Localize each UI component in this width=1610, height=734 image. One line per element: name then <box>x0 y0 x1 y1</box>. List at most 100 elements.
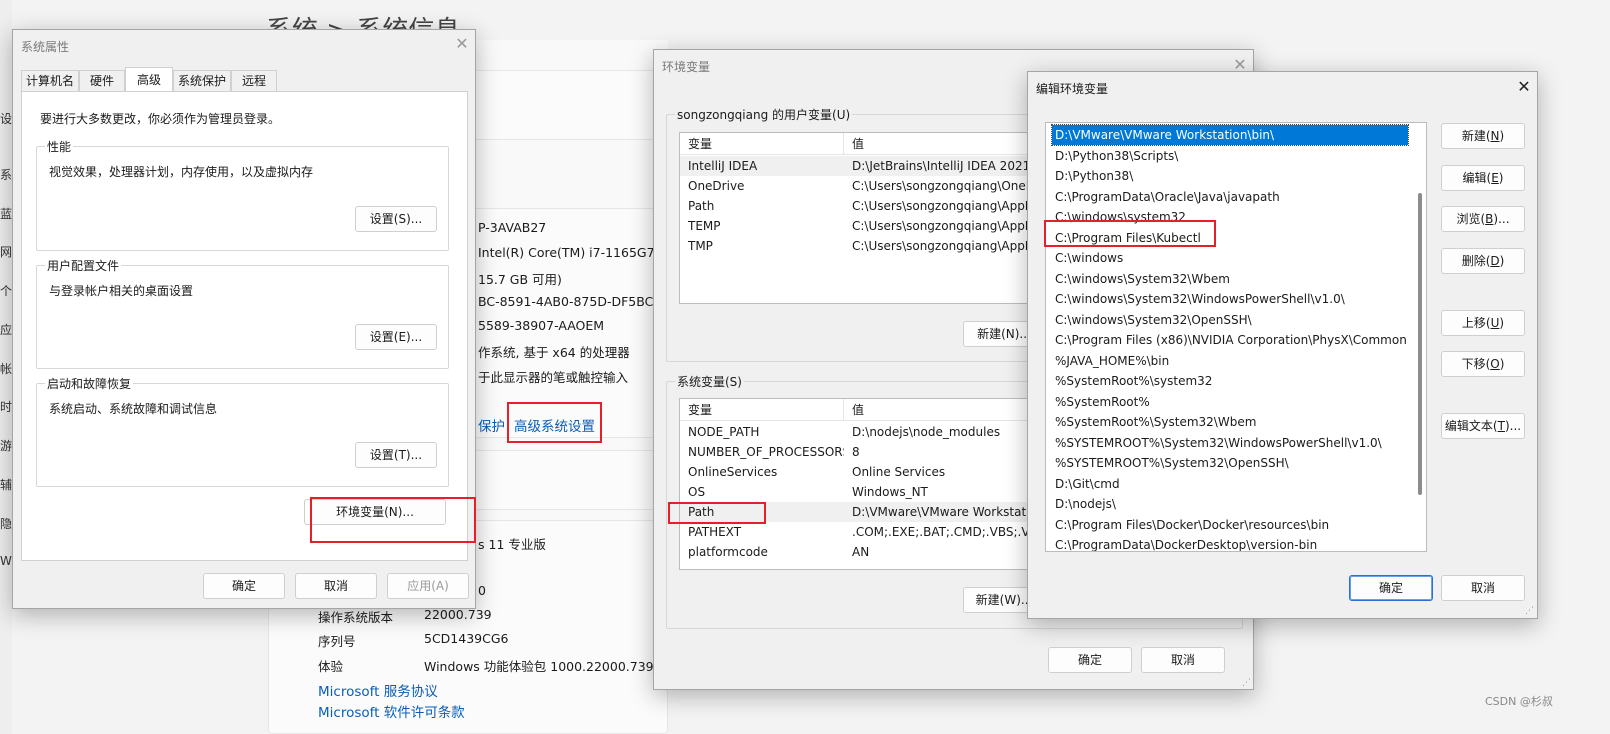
nav-item-fragment[interactable]: 游 <box>0 437 12 454</box>
tab-system-protection[interactable]: 系统保护 <box>173 70 231 91</box>
device-id-value: BC-8591-4AB0-875D-DF5BC86 <box>478 294 670 309</box>
path-list-item[interactable]: %SystemRoot%\system32 <box>1052 371 1408 391</box>
path-list-item[interactable]: %SystemRoot%\System32\Wbem <box>1052 412 1408 432</box>
nav-item-fragment[interactable]: 隐 <box>0 515 12 532</box>
tab-remote[interactable]: 远程 <box>231 70 277 91</box>
watermark: CSDN @杉叔 <box>1485 695 1553 708</box>
nav-item-fragment[interactable]: 个 <box>0 282 12 299</box>
path-list-scrollbar[interactable] <box>1418 193 1422 495</box>
ms-license-terms-link[interactable]: Microsoft 软件许可条款 <box>318 701 465 721</box>
spec-label: 体验 <box>318 659 344 674</box>
path-list[interactable]: D:\VMware\VMware Workstation\bin\ D:\Pyt… <box>1045 122 1427 552</box>
admin-note: 要进行大多数更改，你必须作为管理员登录。 <box>40 112 281 126</box>
new-button[interactable]: 新建(N) <box>1441 123 1525 149</box>
dialog-title: 环境变量 <box>662 60 711 74</box>
access-key: T <box>1497 419 1505 433</box>
group-label: 启动和故障恢复 <box>45 375 134 392</box>
path-list-item[interactable]: D:\Python38\Scripts\ <box>1052 146 1408 166</box>
button-label: 下移( <box>1461 357 1491 371</box>
button-label-end: ) <box>1499 316 1505 330</box>
browse-button[interactable]: 浏览(B)... <box>1441 206 1525 232</box>
edit-text-button[interactable]: 编辑文本(T)... <box>1441 413 1525 439</box>
delete-button[interactable]: 删除(D) <box>1441 248 1525 274</box>
column-header-variable[interactable]: 变量 <box>680 133 844 155</box>
path-list-item[interactable]: %SYSTEMROOT%\System32\WindowsPowerShell\… <box>1052 433 1408 453</box>
ok-button[interactable]: 确定 <box>1048 647 1132 673</box>
highlight-box <box>310 497 476 543</box>
settings-nav-strip: 设 系 蓝 网 个 应 帐 时 游 辅 隐 W <box>0 0 12 734</box>
path-list-item[interactable]: C:\windows <box>1052 248 1408 268</box>
button-label-end: ) <box>1499 254 1505 268</box>
path-list-item[interactable]: C:\ProgramData\Oracle\Java\javapath <box>1052 187 1408 207</box>
move-up-button[interactable]: 上移(U) <box>1441 310 1525 336</box>
performance-settings-button[interactable]: 设置(S)... <box>355 206 437 232</box>
close-icon[interactable]: ✕ <box>447 32 477 56</box>
pen-touch-value: 于此显示器的笔或触控输入 <box>478 370 629 385</box>
spec-label: 序列号 <box>318 634 356 649</box>
ok-button[interactable]: 确定 <box>1349 575 1433 601</box>
close-icon[interactable]: ✕ <box>1509 75 1539 99</box>
button-label-end: )... <box>1493 212 1510 226</box>
system-protection-link[interactable]: 保护 <box>478 415 505 435</box>
startup-recovery-group: 启动和故障恢复 系统启动、系统故障和调试信息 设置(T)... <box>36 375 449 487</box>
nav-item-fragment[interactable]: 网 <box>0 243 12 260</box>
tab-hardware[interactable]: 硬件 <box>79 70 125 91</box>
button-label-end: ) <box>1499 129 1505 143</box>
path-list-item[interactable]: C:\windows\System32\OpenSSH\ <box>1052 310 1408 330</box>
cancel-button[interactable]: 取消 <box>295 573 377 599</box>
ms-services-agreement-link[interactable]: Microsoft 服务协议 <box>318 680 438 700</box>
nav-item-fragment[interactable]: 帐 <box>0 360 12 377</box>
path-list-item[interactable]: C:\Program Files (x86)\NVIDIA Corporatio… <box>1052 330 1408 350</box>
tab-computer-name[interactable]: 计算机名 <box>21 70 79 91</box>
dialog-title: 系统属性 <box>21 40 70 54</box>
path-list-item[interactable]: %SYSTEMROOT%\System32\OpenSSH\ <box>1052 453 1408 473</box>
nav-item-fragment[interactable]: 时 <box>0 398 12 415</box>
path-list-item[interactable]: D:\VMware\VMware Workstation\bin\ <box>1051 124 1409 146</box>
device-name-value: P-3AVAB27 <box>478 220 547 235</box>
button-label-end: )... <box>1504 419 1522 433</box>
group-description: 系统启动、系统故障和调试信息 <box>49 402 218 416</box>
variable-name: NODE_PATH <box>688 425 760 439</box>
processor-value: Intel(R) Core(TM) i7-1165G7 @ <box>478 245 672 260</box>
group-label: 性能 <box>45 138 74 155</box>
apply-button[interactable]: 应用(A) <box>387 573 469 599</box>
variable-name: OnlineServices <box>688 465 778 479</box>
column-header-variable[interactable]: 变量 <box>680 399 844 421</box>
variable-name: PATHEXT <box>688 525 742 539</box>
product-id-value: 5589-38907-AAOEM <box>478 318 605 333</box>
group-label: 系统变量(S) <box>675 373 744 390</box>
path-list-item[interactable]: C:\ProgramData\DockerDesktop\version-bin <box>1052 535 1408 551</box>
resize-grip-icon[interactable]: ⋰ <box>1525 606 1534 616</box>
access-key: E <box>1491 171 1499 185</box>
ok-button[interactable]: 确定 <box>203 573 285 599</box>
path-list-item[interactable]: D:\nodejs\ <box>1052 494 1408 514</box>
nav-item-fragment[interactable]: W <box>0 554 12 568</box>
button-label: 编辑文本( <box>1444 419 1498 433</box>
path-list-item[interactable]: %JAVA_HOME%\bin <box>1052 351 1408 371</box>
path-list-item[interactable]: %SystemRoot% <box>1052 392 1408 412</box>
path-list-item[interactable]: C:\windows\System32\WindowsPowerShell\v1… <box>1052 289 1408 309</box>
nav-item-fragment[interactable]: 蓝 <box>0 205 12 222</box>
button-label: 新建( <box>1461 129 1491 143</box>
nav-item-fragment[interactable]: 应 <box>0 321 12 338</box>
edit-button[interactable]: 编辑(E) <box>1441 165 1525 191</box>
group-label: 用户配置文件 <box>45 257 122 274</box>
user-profile-settings-button[interactable]: 设置(E)... <box>355 324 437 350</box>
dialog-title: 编辑环境变量 <box>1036 82 1109 96</box>
path-list-item[interactable]: D:\Git\cmd <box>1052 474 1408 494</box>
path-list-item[interactable]: D:\Python38\ <box>1052 166 1408 186</box>
move-down-button[interactable]: 下移(O) <box>1441 351 1525 377</box>
path-list-item[interactable]: C:\windows\System32\Wbem <box>1052 269 1408 289</box>
path-list-item[interactable]: C:\Program Files\Docker\Docker\resources… <box>1052 515 1408 535</box>
tab-advanced[interactable]: 高级 <box>125 67 173 92</box>
variable-name: TMP <box>688 239 713 253</box>
nav-item-fragment[interactable]: 系 <box>0 166 12 183</box>
access-key: O <box>1490 357 1500 371</box>
nav-item-fragment[interactable]: 辅 <box>0 476 12 493</box>
cancel-button[interactable]: 取消 <box>1141 647 1225 673</box>
startup-settings-button[interactable]: 设置(T)... <box>355 442 437 468</box>
resize-grip-icon[interactable]: ⋰ <box>1242 678 1251 688</box>
cancel-button[interactable]: 取消 <box>1441 575 1525 601</box>
button-label: 编辑( <box>1462 171 1492 185</box>
nav-item-fragment[interactable]: 设 <box>0 110 12 127</box>
